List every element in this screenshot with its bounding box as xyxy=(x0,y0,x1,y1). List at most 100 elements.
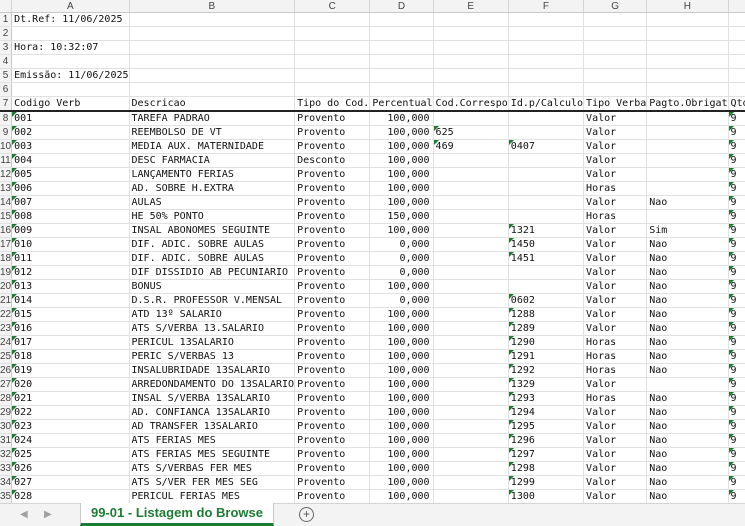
cell-g[interactable]: Valor xyxy=(583,489,648,503)
cell-g[interactable]: Valor xyxy=(583,265,648,280)
cell-d[interactable]: 150,000 xyxy=(369,209,434,224)
cell-f[interactable] xyxy=(508,111,585,126)
cell-a[interactable]: 005 xyxy=(11,167,130,182)
cell-a[interactable] xyxy=(11,54,130,69)
cell-g[interactable]: Valor xyxy=(583,195,648,210)
cell-g[interactable]: Horas xyxy=(583,391,648,406)
cell-b[interactable]: DIF. ADIC. SOBRE AULAS xyxy=(129,251,296,266)
cell-c[interactable]: Provento xyxy=(294,111,371,126)
cell-i[interactable]: 9 xyxy=(728,405,745,420)
column-header-h[interactable]: H xyxy=(646,0,729,13)
cell-i[interactable]: 9 xyxy=(728,321,745,336)
cell-f[interactable]: 0602 xyxy=(508,293,585,308)
cell-h[interactable] xyxy=(646,377,729,392)
cell-i[interactable]: 9 xyxy=(728,447,745,462)
cell-e[interactable] xyxy=(433,307,509,322)
cell-d[interactable]: 100,000 xyxy=(369,405,434,420)
cell-e[interactable] xyxy=(433,461,509,476)
cell-g[interactable]: Valor xyxy=(583,475,648,490)
cell-g[interactable]: Valor xyxy=(583,433,648,448)
cell-g[interactable]: Valor xyxy=(583,139,648,154)
cell-e[interactable] xyxy=(433,195,509,210)
cell-a[interactable]: 007 xyxy=(11,195,130,210)
cell-i[interactable]: 9 xyxy=(728,461,745,476)
row-header[interactable]: 19 xyxy=(0,265,13,280)
cell-b[interactable]: D.S.R. PROFESSOR V.MENSAL xyxy=(129,293,296,308)
row-header[interactable]: 18 xyxy=(0,251,13,266)
cell-d[interactable]: 100,000 xyxy=(369,377,434,392)
cell-g[interactable]: Valor xyxy=(583,321,648,336)
cell-h[interactable]: Nao xyxy=(646,363,729,378)
cell-a[interactable]: 013 xyxy=(11,279,130,294)
cell-f[interactable]: 0407 xyxy=(508,139,585,154)
cell-c[interactable]: Desconto xyxy=(294,153,371,168)
cell-c[interactable] xyxy=(294,26,371,41)
cell-i[interactable]: 9 xyxy=(728,349,745,364)
row-header[interactable]: 27 xyxy=(0,377,13,392)
cell-g[interactable] xyxy=(583,26,648,41)
cell-d[interactable]: 0,000 xyxy=(369,237,434,252)
cell-i[interactable]: 9 xyxy=(728,433,745,448)
cell-g[interactable] xyxy=(583,40,648,55)
cell-a[interactable]: Dt.Ref: 11/06/2025 xyxy=(11,12,130,27)
cell-f[interactable] xyxy=(508,209,585,224)
cell-f[interactable]: 1288 xyxy=(508,307,585,322)
cell-h[interactable] xyxy=(646,111,729,126)
cell-c[interactable]: Provento xyxy=(294,125,371,140)
cell-g[interactable]: Valor xyxy=(583,307,648,322)
cell-c[interactable]: Provento xyxy=(294,475,371,490)
cell-a[interactable]: 014 xyxy=(11,293,130,308)
cell-b[interactable]: TAREFA PADRAO xyxy=(129,111,296,126)
row-header[interactable]: 1 xyxy=(0,12,13,27)
cell-i[interactable]: 9 xyxy=(728,363,745,378)
cell-i[interactable]: 9 xyxy=(728,293,745,308)
cell-b[interactable]: ARREDONDAMENTO DO 13SALARIO xyxy=(129,377,296,392)
cell-d[interactable] xyxy=(369,26,434,41)
cell-e[interactable] xyxy=(433,335,509,350)
row-header[interactable]: 24 xyxy=(0,335,13,350)
cell-g[interactable] xyxy=(583,54,648,69)
cell-d[interactable]: 100,000 xyxy=(369,181,434,196)
cell-g[interactable]: Valor xyxy=(583,251,648,266)
cell-b[interactable]: INSAL S/VERBA 13SALARIO xyxy=(129,391,296,406)
cell-h[interactable]: Nao xyxy=(646,433,729,448)
cell-c[interactable] xyxy=(294,12,371,27)
cell-a[interactable]: 022 xyxy=(11,405,130,420)
cell-b[interactable]: LANÇAMENTO FERIAS xyxy=(129,167,296,182)
cell-i[interactable] xyxy=(728,12,745,27)
cell-i[interactable]: 9 xyxy=(728,223,745,238)
cell-d[interactable]: 100,000 xyxy=(369,321,434,336)
cell-h[interactable]: Nao xyxy=(646,307,729,322)
cell-e[interactable] xyxy=(433,181,509,196)
cell-h[interactable]: Nao xyxy=(646,419,729,434)
cell-h[interactable] xyxy=(646,26,729,41)
cell-h[interactable]: Nao xyxy=(646,251,729,266)
add-sheet-icon[interactable]: + xyxy=(299,507,314,522)
cell-h[interactable]: Nao xyxy=(646,279,729,294)
cell-i[interactable]: Qtde.Lanctos xyxy=(728,96,745,112)
row-header[interactable]: 31 xyxy=(0,433,13,448)
cell-c[interactable]: Provento xyxy=(294,307,371,322)
cell-i[interactable]: 9 xyxy=(728,237,745,252)
cell-g[interactable]: Horas xyxy=(583,209,648,224)
cell-f[interactable]: 1450 xyxy=(508,237,585,252)
cell-e[interactable] xyxy=(433,293,509,308)
cell-d[interactable]: 100,000 xyxy=(369,447,434,462)
cell-e[interactable] xyxy=(433,489,509,503)
cell-f[interactable]: 1295 xyxy=(508,419,585,434)
cell-c[interactable] xyxy=(294,68,371,83)
cell-a[interactable]: 020 xyxy=(11,377,130,392)
cell-i[interactable] xyxy=(728,68,745,83)
cell-i[interactable]: 9 xyxy=(728,251,745,266)
cell-i[interactable]: 9 xyxy=(728,307,745,322)
cell-a[interactable]: 021 xyxy=(11,391,130,406)
cell-d[interactable]: 100,000 xyxy=(369,461,434,476)
cell-e[interactable] xyxy=(433,251,509,266)
cell-e[interactable] xyxy=(433,68,509,83)
row-header[interactable]: 4 xyxy=(0,54,13,69)
cell-h[interactable]: Nao xyxy=(646,335,729,350)
cell-d[interactable]: 100,000 xyxy=(369,111,434,126)
cell-g[interactable]: Valor xyxy=(583,461,648,476)
cell-f[interactable]: 1298 xyxy=(508,461,585,476)
row-header[interactable]: 8 xyxy=(0,111,13,126)
